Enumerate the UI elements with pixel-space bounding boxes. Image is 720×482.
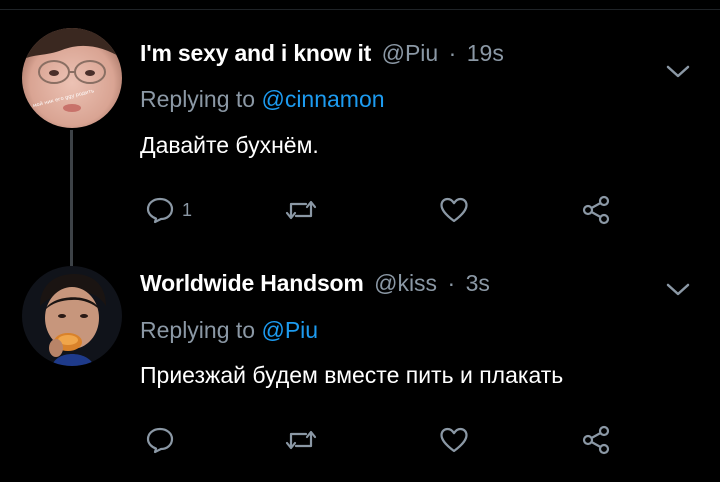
- heart-icon: [440, 197, 468, 223]
- tweet-header: I'm sexy and i know it @Piu · 19s: [140, 40, 504, 70]
- retweet-button[interactable]: [284, 190, 318, 230]
- tweet[interactable]: Worldwide Handsom @kiss · 3s Replying to…: [0, 258, 720, 482]
- replying-prefix: Replying to: [140, 86, 256, 112]
- reply-count: 1: [182, 199, 193, 220]
- retweet-icon: [285, 200, 317, 220]
- user-handle[interactable]: @Piu: [382, 40, 439, 66]
- reply-bubble-icon: [146, 197, 174, 224]
- tweet-text: Приезжай будем вместе пить и плакать: [140, 362, 564, 388]
- tweet-header: Worldwide Handsom @kiss · 3s: [140, 270, 490, 300]
- reply-bubble-icon: [146, 427, 174, 454]
- share-nodes-icon: [582, 195, 610, 225]
- like-button[interactable]: [438, 190, 470, 230]
- heart-icon: [440, 427, 468, 453]
- tweet-actions: 1: [0, 190, 720, 230]
- top-divider: [0, 9, 720, 10]
- replying-handle-link[interactable]: @cinnamon: [261, 86, 384, 112]
- meta-separator: ·: [447, 270, 456, 296]
- tweet-text: Давайте бухнём.: [140, 132, 319, 158]
- replying-to: Replying to @Piu: [140, 317, 318, 344]
- replying-to: Replying to @cinnamon: [140, 86, 385, 113]
- share-button[interactable]: [580, 420, 612, 460]
- tweet-time[interactable]: 19s: [467, 40, 504, 66]
- display-name[interactable]: I'm sexy and i know it: [140, 40, 371, 66]
- avatar[interactable]: мой ник его ggy родить: [22, 28, 122, 128]
- chevron-down-icon[interactable]: [664, 62, 692, 80]
- like-button[interactable]: [438, 420, 470, 460]
- reply-button[interactable]: 1: [144, 190, 192, 230]
- meta-separator: ·: [448, 40, 457, 66]
- display-name[interactable]: Worldwide Handsom: [140, 270, 364, 296]
- tweet[interactable]: мой ник его ggy родить I'm sexy and i kn…: [0, 18, 720, 250]
- retweet-icon: [285, 430, 317, 450]
- replying-handle-link[interactable]: @Piu: [261, 317, 318, 343]
- replying-prefix: Replying to: [140, 317, 256, 343]
- reply-button[interactable]: [144, 420, 182, 460]
- share-nodes-icon: [582, 425, 610, 455]
- tweet-time[interactable]: 3s: [466, 270, 490, 296]
- share-button[interactable]: [580, 190, 612, 230]
- tweet-actions: [0, 420, 720, 460]
- avatar[interactable]: [22, 266, 122, 366]
- user-handle[interactable]: @kiss: [374, 270, 437, 296]
- retweet-button[interactable]: [284, 420, 318, 460]
- chevron-down-icon[interactable]: [664, 280, 692, 298]
